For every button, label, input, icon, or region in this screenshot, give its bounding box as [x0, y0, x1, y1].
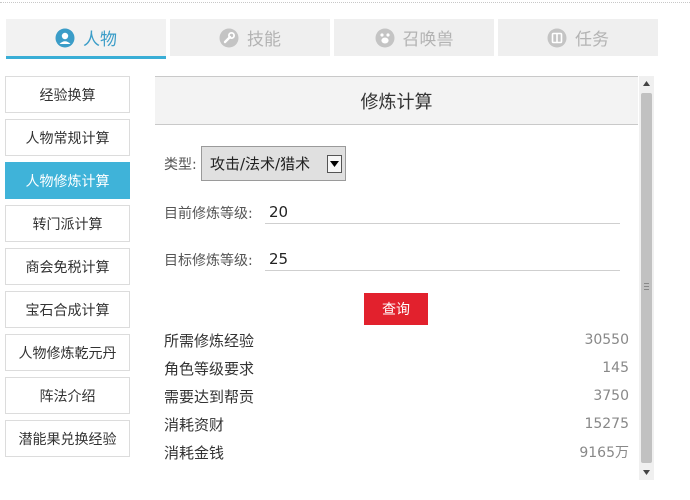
- sidebar-item-label: 人物修炼乾元丹: [18, 345, 117, 362]
- result-value: 3750: [593, 388, 629, 404]
- page-title: 修炼计算: [360, 91, 433, 113]
- top-dotted-divider: [0, 2, 690, 3]
- result-value: 145: [602, 360, 629, 376]
- wrench-icon: [219, 28, 239, 48]
- tab-label: 人物: [83, 30, 117, 50]
- tab-skills[interactable]: 技能: [170, 19, 330, 56]
- result-row: 消耗金钱 9165万: [164, 440, 629, 464]
- type-label: 类型:: [164, 157, 197, 173]
- target-level-label: 目标修炼等级:: [164, 253, 253, 269]
- panel-scrollbar[interactable]: [639, 76, 654, 480]
- scroll-down-arrow-icon[interactable]: [639, 465, 654, 480]
- panel-header: 修炼计算: [155, 76, 638, 125]
- book-icon: [547, 28, 567, 48]
- result-row: 所需修炼经验 30550: [164, 328, 629, 352]
- calculator-panel: 修炼计算 类型: 攻击/法术/猎术 目前修炼等级: 目标修炼等级: 查询 所需修…: [155, 76, 638, 480]
- sidebar-item-label: 人物修炼计算: [25, 173, 110, 190]
- sidebar-item-exp-conversion[interactable]: 经验换算: [5, 76, 130, 113]
- sidebar-item-qianyuan-pill[interactable]: 人物修炼乾元丹: [5, 334, 130, 371]
- sidebar-item-label: 阵法介绍: [39, 388, 96, 405]
- tab-character[interactable]: 人物: [6, 19, 166, 59]
- sidebar-item-label: 潜能果兑换经验: [18, 431, 117, 448]
- result-label: 所需修炼经验: [164, 331, 255, 350]
- sidebar-item-label: 经验换算: [39, 87, 96, 104]
- sidebar-item-label: 宝石合成计算: [25, 302, 110, 319]
- person-icon: [55, 28, 75, 48]
- result-label: 消耗金钱: [164, 443, 225, 462]
- pet-icon: [375, 28, 395, 48]
- sidebar-item-gem-synthesis[interactable]: 宝石合成计算: [5, 291, 130, 328]
- result-value: 15275: [584, 416, 629, 432]
- sidebar-item-cultivation[interactable]: 人物修炼计算: [5, 162, 130, 199]
- tab-label: 召唤兽: [402, 30, 454, 50]
- scroll-up-arrow-icon[interactable]: [639, 76, 654, 91]
- type-select[interactable]: 攻击/法术/猎术: [201, 146, 346, 181]
- sidebar-item-formations[interactable]: 阵法介绍: [5, 377, 130, 414]
- current-level-label: 目前修炼等级:: [164, 206, 253, 222]
- sidebar-item-label: 人物常规计算: [25, 130, 110, 147]
- result-label: 消耗资财: [164, 415, 225, 434]
- target-level-input[interactable]: [265, 247, 620, 271]
- result-row: 需要达到帮贡 3750: [164, 384, 629, 408]
- result-value: 30550: [584, 332, 629, 348]
- sidebar-item-label: 商会免税计算: [25, 259, 110, 276]
- current-level-input[interactable]: [265, 200, 620, 224]
- query-button-label: 查询: [382, 302, 410, 318]
- sidebar-item-potential-fruit[interactable]: 潜能果兑换经验: [5, 420, 130, 457]
- tab-tasks[interactable]: 任务: [498, 19, 658, 56]
- result-label: 角色等级要求: [164, 359, 255, 378]
- tab-label: 任务: [575, 30, 609, 50]
- chevron-down-icon[interactable]: [327, 155, 342, 173]
- tab-summon[interactable]: 召唤兽: [334, 19, 494, 56]
- type-select-value: 攻击/法术/猎术: [210, 155, 311, 173]
- result-value: 9165万: [579, 445, 629, 461]
- result-row: 角色等级要求 145: [164, 356, 629, 380]
- main-tab-bar: 人物 技能 召唤兽 任务: [6, 19, 660, 59]
- grip-icon: [644, 283, 649, 292]
- result-row: 消耗资财 15275: [164, 412, 629, 436]
- tab-label: 技能: [247, 30, 281, 50]
- result-label: 需要达到帮贡: [164, 387, 255, 406]
- scrollbar-thumb[interactable]: [641, 93, 652, 463]
- sidebar-item-faction-switch[interactable]: 转门派计算: [5, 205, 130, 242]
- sidebar-item-label: 转门派计算: [32, 216, 103, 233]
- sidebar-item-character-general[interactable]: 人物常规计算: [5, 119, 130, 156]
- sidebar-item-tax-free[interactable]: 商会免税计算: [5, 248, 130, 285]
- query-button[interactable]: 查询: [364, 293, 428, 325]
